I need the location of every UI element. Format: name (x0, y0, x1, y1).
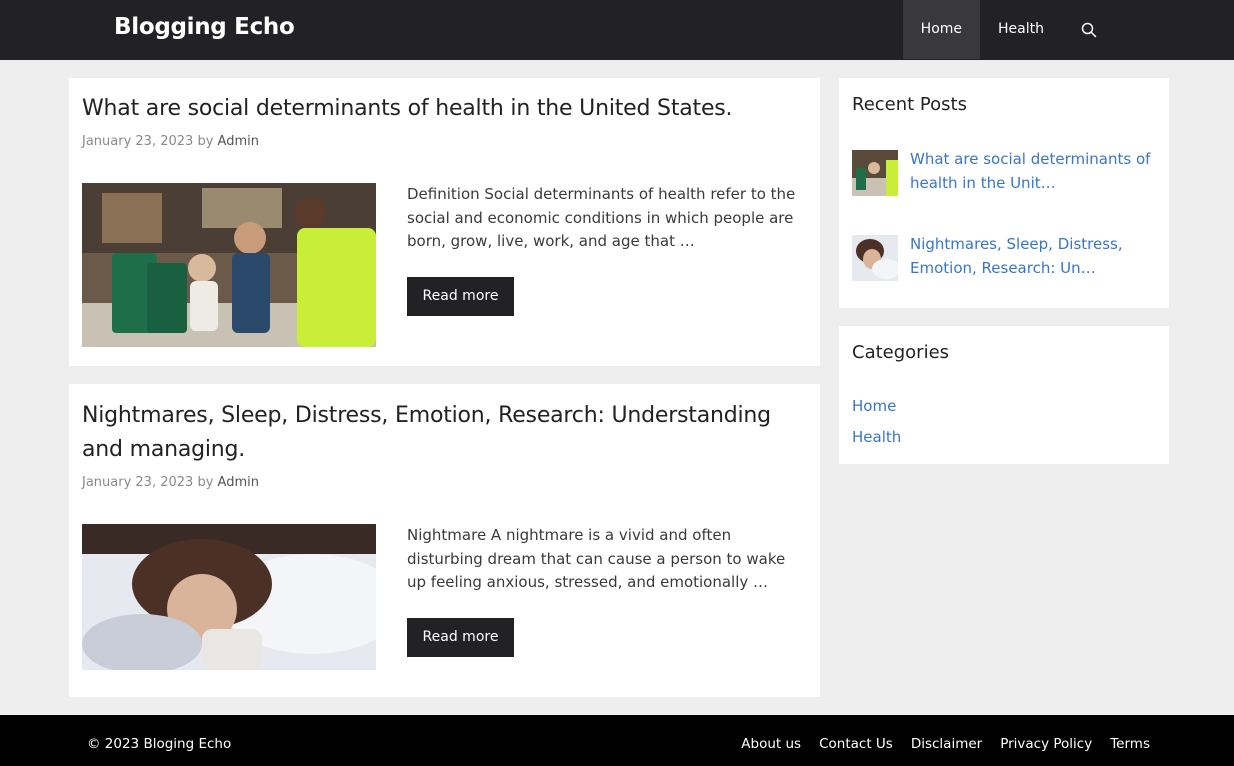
footer-link-disclaimer[interactable]: Disclaimer (911, 736, 982, 752)
recent-posts-widget: Recent Posts What are social determinant… (839, 78, 1169, 308)
category-health[interactable]: Health (852, 428, 901, 446)
post-date: January 23, 2023 (82, 475, 194, 490)
recent-post-thumbnail[interactable] (852, 150, 898, 196)
widget-title: Categories (852, 342, 950, 363)
site-title[interactable]: Blogging Echo (114, 14, 295, 40)
recent-post-link[interactable]: Nightmares, Sleep, Distress, Emotion, Re… (910, 233, 1152, 280)
site-footer: © 2023 Bloging Echo About us Contact Us … (0, 715, 1234, 766)
post-date: January 23, 2023 (82, 134, 194, 149)
nav-home[interactable]: Home (902, 0, 981, 59)
widget-title: Recent Posts (852, 94, 967, 115)
post-author[interactable]: Admin (218, 134, 259, 149)
main-nav: Home Health (902, 0, 1234, 59)
post-by: by (197, 134, 214, 149)
search-button[interactable] (1062, 0, 1116, 59)
post-excerpt: Definition Social determinants of health… (407, 185, 796, 250)
post-meta: January 23, 2023 by Admin (82, 475, 259, 490)
recent-post-thumbnail[interactable] (852, 235, 898, 281)
post-title[interactable]: What are social determinants of health i… (82, 92, 733, 126)
post-by: by (197, 475, 214, 490)
footer-link-terms[interactable]: Terms (1110, 736, 1150, 752)
search-icon (1081, 22, 1097, 37)
categories-widget: Categories Home Health (839, 326, 1169, 464)
post-meta: January 23, 2023 by Admin (82, 134, 259, 149)
recent-post-link[interactable]: What are social determinants of health i… (910, 148, 1152, 195)
post-card: Nightmares, Sleep, Distress, Emotion, Re… (69, 384, 820, 697)
post-title[interactable]: Nightmares, Sleep, Distress, Emotion, Re… (82, 399, 802, 467)
footer-link-privacy[interactable]: Privacy Policy (1000, 736, 1092, 752)
footer-nav: About us Contact Us Disclaimer Privacy P… (723, 736, 1150, 752)
post-thumbnail[interactable] (82, 183, 376, 347)
category-home[interactable]: Home (852, 397, 896, 415)
post-excerpt: Nightmare A nightmare is a vivid and oft… (407, 526, 786, 591)
nav-health[interactable]: Health (980, 0, 1062, 59)
read-more-button[interactable]: Read more (407, 277, 514, 316)
post-thumbnail[interactable] (82, 524, 376, 670)
recent-post-item: What are social determinants of health i… (852, 148, 1152, 196)
post-author[interactable]: Admin (218, 475, 259, 490)
footer-link-about[interactable]: About us (741, 736, 801, 752)
read-more-button[interactable]: Read more (407, 618, 514, 657)
copyright: © 2023 Bloging Echo (87, 736, 232, 752)
footer-link-contact[interactable]: Contact Us (819, 736, 893, 752)
post-card: What are social determinants of health i… (69, 78, 820, 366)
recent-post-item: Nightmares, Sleep, Distress, Emotion, Re… (852, 233, 1152, 281)
site-header: Blogging Echo Home Health (0, 0, 1234, 60)
